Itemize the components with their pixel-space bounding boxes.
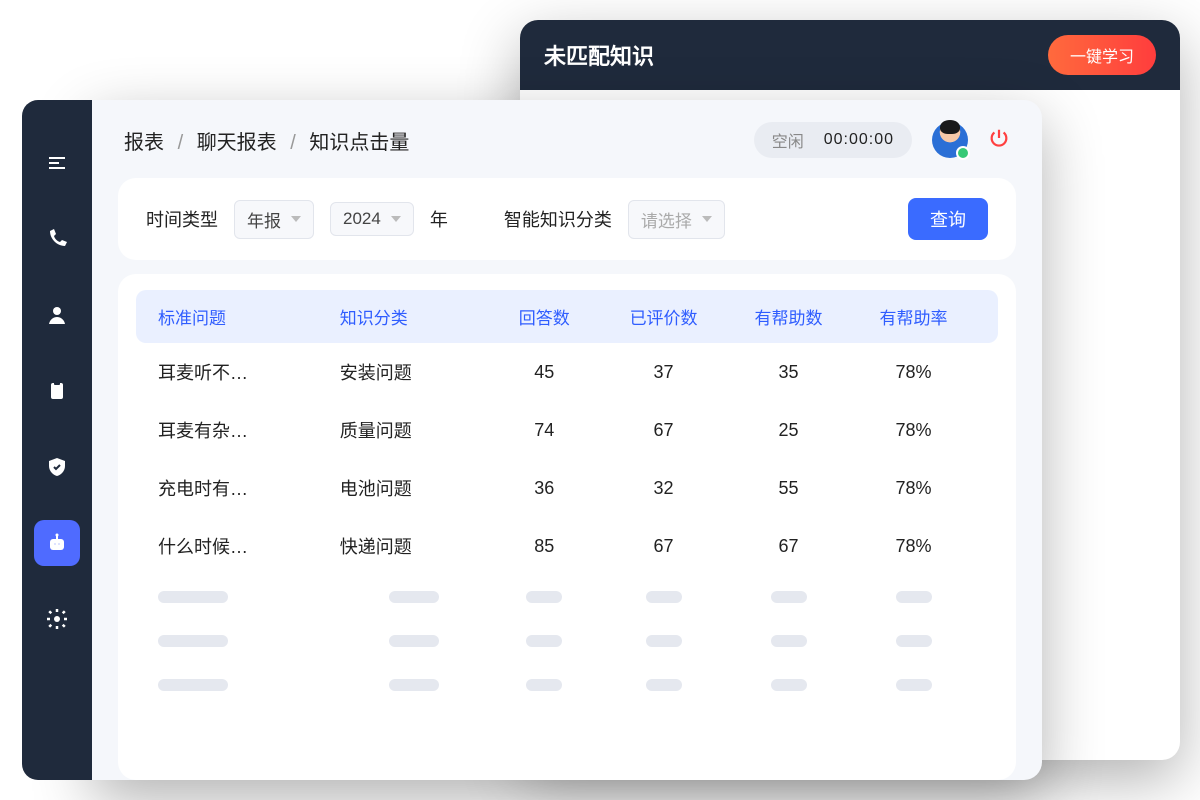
category-label: 智能知识分类: [504, 206, 612, 232]
data-table: 标准问题 知识分类 回答数 已评价数 有帮助数 有帮助率 耳麦听不… 安装问题 …: [118, 274, 1016, 780]
back-window-header: 未匹配知识 一键学习: [520, 20, 1180, 90]
filter-bar: 时间类型 年报 2024 年 智能知识分类 请选择 查询: [118, 178, 1016, 260]
online-badge-icon: [956, 146, 970, 160]
status-pill[interactable]: 空闲 00:00:00: [754, 122, 912, 158]
placeholder-row: [136, 575, 998, 619]
breadcrumb-mid[interactable]: 聊天报表: [197, 132, 277, 154]
time-type-value: 年报: [247, 207, 281, 232]
time-type-label: 时间类型: [146, 206, 218, 232]
sidebar-item-call[interactable]: [34, 216, 80, 262]
chevron-down-icon: [291, 216, 301, 222]
cell-category: 质量问题: [340, 417, 488, 443]
status-timer: 00:00:00: [824, 131, 894, 149]
cell-question: 充电时有…: [158, 475, 340, 501]
sidebar-item-user[interactable]: [34, 292, 80, 338]
category-select[interactable]: 请选择: [628, 200, 725, 239]
cell-category: 电池问题: [340, 475, 488, 501]
cell-rated: 67: [601, 536, 726, 557]
chevron-down-icon: [391, 216, 401, 222]
cell-helpful-rate: 78%: [851, 362, 976, 383]
cell-question: 耳麦听不…: [158, 359, 340, 385]
cell-helpful-rate: 78%: [851, 420, 976, 441]
cell-helpful-rate: 78%: [851, 536, 976, 557]
query-button[interactable]: 查询: [908, 198, 988, 240]
cell-rated: 32: [601, 478, 726, 499]
table-row[interactable]: 什么时候… 快递问题 85 67 67 78%: [136, 517, 998, 575]
sidebar-item-menu[interactable]: [34, 140, 80, 186]
sidebar-item-clipboard[interactable]: [34, 368, 80, 414]
robot-icon: [45, 531, 69, 555]
cell-question: 耳麦有杂…: [158, 417, 340, 443]
cell-answers: 45: [487, 362, 601, 383]
cell-helpful: 67: [726, 536, 851, 557]
breadcrumb-leaf: 知识点击量: [309, 132, 409, 154]
table-row[interactable]: 耳麦听不… 安装问题 45 37 35 78%: [136, 343, 998, 401]
header-right: 空闲 00:00:00: [754, 122, 1010, 158]
cell-answers: 36: [487, 478, 601, 499]
table-header: 标准问题 知识分类 回答数 已评价数 有帮助数 有帮助率: [136, 290, 998, 343]
power-button[interactable]: [988, 127, 1010, 154]
year-suffix: 年: [430, 206, 448, 232]
th-rated[interactable]: 已评价数: [601, 304, 726, 329]
chevron-down-icon: [702, 216, 712, 222]
shield-icon: [45, 455, 69, 479]
clipboard-icon: [45, 379, 69, 403]
year-value: 2024: [343, 209, 381, 229]
cell-answers: 74: [487, 420, 601, 441]
breadcrumb-sep: /: [178, 132, 184, 154]
year-select[interactable]: 2024: [330, 202, 414, 236]
cell-rated: 67: [601, 420, 726, 441]
gear-icon: [45, 607, 69, 631]
status-label: 空闲: [772, 128, 804, 152]
breadcrumb-sep: /: [290, 132, 296, 154]
table-row[interactable]: 充电时有… 电池问题 36 32 55 78%: [136, 459, 998, 517]
avatar[interactable]: [932, 122, 968, 158]
cell-category: 快递问题: [340, 533, 488, 559]
phone-icon: [45, 227, 69, 251]
cell-answers: 85: [487, 536, 601, 557]
user-icon: [45, 303, 69, 327]
power-icon: [988, 127, 1010, 149]
category-placeholder: 请选择: [641, 207, 692, 232]
front-header: 报表 / 聊天报表 / 知识点击量 空闲 00:00:00: [92, 100, 1042, 172]
one-click-learn-button[interactable]: 一键学习: [1048, 35, 1156, 75]
th-helpful[interactable]: 有帮助数: [726, 304, 851, 329]
cell-category: 安装问题: [340, 359, 488, 385]
sidebar-item-shield[interactable]: [34, 444, 80, 490]
breadcrumb-root[interactable]: 报表: [124, 132, 164, 154]
report-window: 报表 / 聊天报表 / 知识点击量 空闲 00:00:00 时间类型 年报: [92, 100, 1042, 780]
breadcrumb: 报表 / 聊天报表 / 知识点击量: [124, 126, 409, 155]
cell-helpful: 35: [726, 362, 851, 383]
placeholder-row: [136, 663, 998, 707]
th-question[interactable]: 标准问题: [158, 304, 340, 329]
th-category[interactable]: 知识分类: [340, 304, 488, 329]
sidebar-item-settings[interactable]: [34, 596, 80, 642]
cell-helpful: 55: [726, 478, 851, 499]
cell-rated: 37: [601, 362, 726, 383]
th-answers[interactable]: 回答数: [487, 304, 601, 329]
menu-icon: [45, 151, 69, 175]
sidebar-item-robot[interactable]: [34, 520, 80, 566]
cell-helpful: 25: [726, 420, 851, 441]
th-helpful-rate[interactable]: 有帮助率: [851, 304, 976, 329]
time-type-select[interactable]: 年报: [234, 200, 314, 239]
cell-question: 什么时候…: [158, 533, 340, 559]
cell-helpful-rate: 78%: [851, 478, 976, 499]
sidebar: [22, 100, 92, 780]
table-row[interactable]: 耳麦有杂… 质量问题 74 67 25 78%: [136, 401, 998, 459]
placeholder-row: [136, 619, 998, 663]
back-window-title: 未匹配知识: [544, 39, 654, 71]
